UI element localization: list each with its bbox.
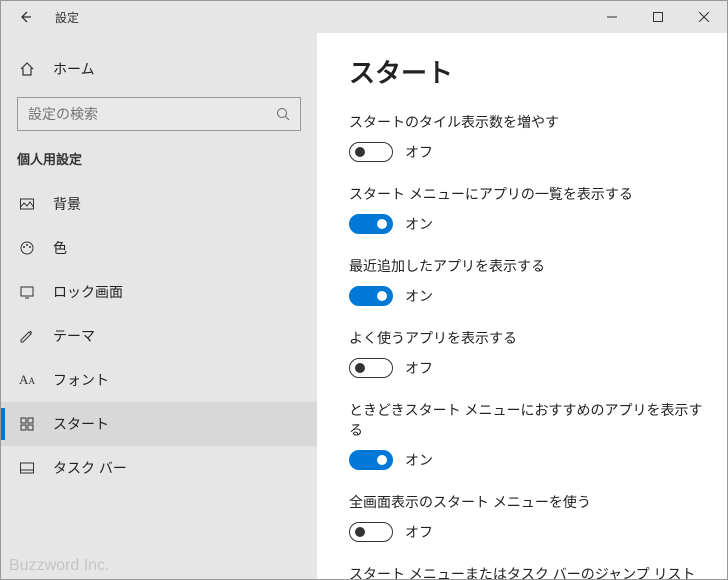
setting-label: スタート メニューまたはタスク バーのジャンプ リストとエクスプローラーのクイッ… <box>349 564 703 579</box>
toggle-state-text: オフ <box>405 522 433 542</box>
setting-label: スタートのタイル表示数を増やす <box>349 112 703 132</box>
home-button[interactable]: ホーム <box>1 49 317 89</box>
sidebar-item-label: 背景 <box>53 194 81 214</box>
sidebar-item-label: 色 <box>53 238 67 258</box>
category-label: 個人用設定 <box>1 149 317 168</box>
sidebar-item-label: タスク バー <box>53 458 127 478</box>
sidebar: ホーム 個人用設定 背景 色 ロック画面 テーマ AA フォント <box>1 33 317 579</box>
setting-label: 最近追加したアプリを表示する <box>349 256 703 276</box>
setting-row: 最近追加したアプリを表示するオン <box>349 256 703 306</box>
theme-icon <box>17 328 37 344</box>
search-box[interactable] <box>17 97 301 131</box>
setting-label: ときどきスタート メニューにおすすめのアプリを表示する <box>349 400 703 440</box>
toggle-state-text: オン <box>405 286 433 306</box>
back-button[interactable] <box>1 1 49 33</box>
search-input[interactable] <box>18 98 266 130</box>
toggle-state-text: オフ <box>405 142 433 162</box>
setting-row: スタート メニューにアプリの一覧を表示するオン <box>349 184 703 234</box>
font-icon: AA <box>17 372 37 388</box>
content-area: スタート スタートのタイル表示数を増やすオフスタート メニューにアプリの一覧を表… <box>317 33 727 579</box>
toggle-switch[interactable] <box>349 142 393 162</box>
setting-row: よく使うアプリを表示するオフ <box>349 328 703 378</box>
sidebar-item-label: フォント <box>53 370 109 390</box>
page-title: スタート <box>349 53 703 90</box>
minimize-button[interactable] <box>589 1 635 33</box>
arrow-left-icon <box>18 10 32 24</box>
close-button[interactable] <box>681 1 727 33</box>
sidebar-item-background[interactable]: 背景 <box>1 182 317 226</box>
toggle-switch[interactable] <box>349 214 393 234</box>
sidebar-item-colors[interactable]: 色 <box>1 226 317 270</box>
picture-icon <box>17 196 37 212</box>
setting-row: ときどきスタート メニューにおすすめのアプリを表示するオン <box>349 400 703 470</box>
setting-label: 全画面表示のスタート メニューを使う <box>349 492 703 512</box>
setting-label: スタート メニューにアプリの一覧を表示する <box>349 184 703 204</box>
sidebar-item-taskbar[interactable]: タスク バー <box>1 446 317 490</box>
toggle-switch[interactable] <box>349 358 393 378</box>
sidebar-item-themes[interactable]: テーマ <box>1 314 317 358</box>
home-label: ホーム <box>53 59 95 79</box>
setting-label: よく使うアプリを表示する <box>349 328 703 348</box>
watermark: Buzzword Inc. <box>9 557 109 575</box>
start-icon <box>17 416 37 432</box>
toggle-state-text: オン <box>405 214 433 234</box>
toggle-state-text: オフ <box>405 358 433 378</box>
setting-row: スタートのタイル表示数を増やすオフ <box>349 112 703 162</box>
close-icon <box>699 12 709 22</box>
setting-row: 全画面表示のスタート メニューを使うオフ <box>349 492 703 542</box>
maximize-icon <box>653 12 663 22</box>
palette-icon <box>17 240 37 256</box>
sidebar-item-start[interactable]: スタート <box>1 402 317 446</box>
sidebar-item-lockscreen[interactable]: ロック画面 <box>1 270 317 314</box>
title-bar: 設定 <box>1 1 727 33</box>
toggle-switch[interactable] <box>349 450 393 470</box>
toggle-state-text: オン <box>405 450 433 470</box>
sidebar-item-label: テーマ <box>53 326 95 346</box>
taskbar-icon <box>17 460 37 476</box>
maximize-button[interactable] <box>635 1 681 33</box>
toggle-switch[interactable] <box>349 286 393 306</box>
window-title: 設定 <box>55 9 79 26</box>
minimize-icon <box>607 12 617 22</box>
sidebar-item-label: スタート <box>53 414 109 434</box>
sidebar-item-label: ロック画面 <box>53 282 123 302</box>
sidebar-item-fonts[interactable]: AA フォント <box>1 358 317 402</box>
home-icon <box>17 61 37 77</box>
search-icon <box>266 107 300 122</box>
toggle-switch[interactable] <box>349 522 393 542</box>
lock-screen-icon <box>17 284 37 300</box>
